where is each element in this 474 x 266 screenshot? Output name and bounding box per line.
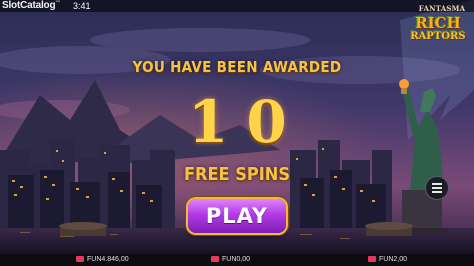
- hamburger-menu-icon[interactable]: [425, 176, 449, 200]
- game-logo-line-2: RAPTORS: [410, 31, 466, 42]
- slotcatalog-brand: SlotCatalog™: [2, 0, 60, 11]
- win-display: FUN0,00: [211, 254, 250, 266]
- bet-value: FUN2,00: [379, 256, 408, 263]
- top-bar: SlotCatalog™ 3:41: [0, 0, 474, 12]
- balance-value: FUN4.846,00: [87, 256, 129, 263]
- clock: 3:41: [73, 1, 91, 11]
- balance-display: FUN4.846,00: [76, 254, 129, 266]
- status-bar: FUN4.846,00 FUN0,00 FUN2,00: [0, 254, 474, 266]
- brand-trademark: ™: [55, 0, 61, 6]
- play-button[interactable]: PLAY: [188, 199, 286, 233]
- game-screen: SlotCatalog™ 3:41 FANTASMA RICH RAPTORS …: [0, 0, 474, 266]
- bet-display: FUN2,00: [368, 254, 407, 266]
- menu-bar-top: [432, 183, 442, 185]
- wallet-icon: [76, 256, 84, 262]
- pedestal-right: [365, 222, 413, 236]
- coins-icon: [368, 256, 376, 262]
- free-spins-count: 10: [188, 88, 305, 156]
- brand-name: SlotCatalog: [2, 0, 56, 11]
- menu-bar-bottom: [432, 191, 442, 193]
- publisher-logo: FANTASMA: [418, 4, 466, 13]
- game-logo-line-1: RICH: [415, 14, 461, 32]
- free-spins-label: FREE SPINS: [183, 164, 291, 185]
- win-icon: [211, 256, 219, 262]
- menu-bar-middle: [432, 187, 442, 189]
- game-logo: RICH RAPTORS: [407, 16, 469, 43]
- win-value: FUN0,00: [222, 256, 251, 263]
- award-headline: YOU HAVE BEEN AWARDED: [132, 58, 342, 76]
- pedestal-left: [59, 222, 107, 236]
